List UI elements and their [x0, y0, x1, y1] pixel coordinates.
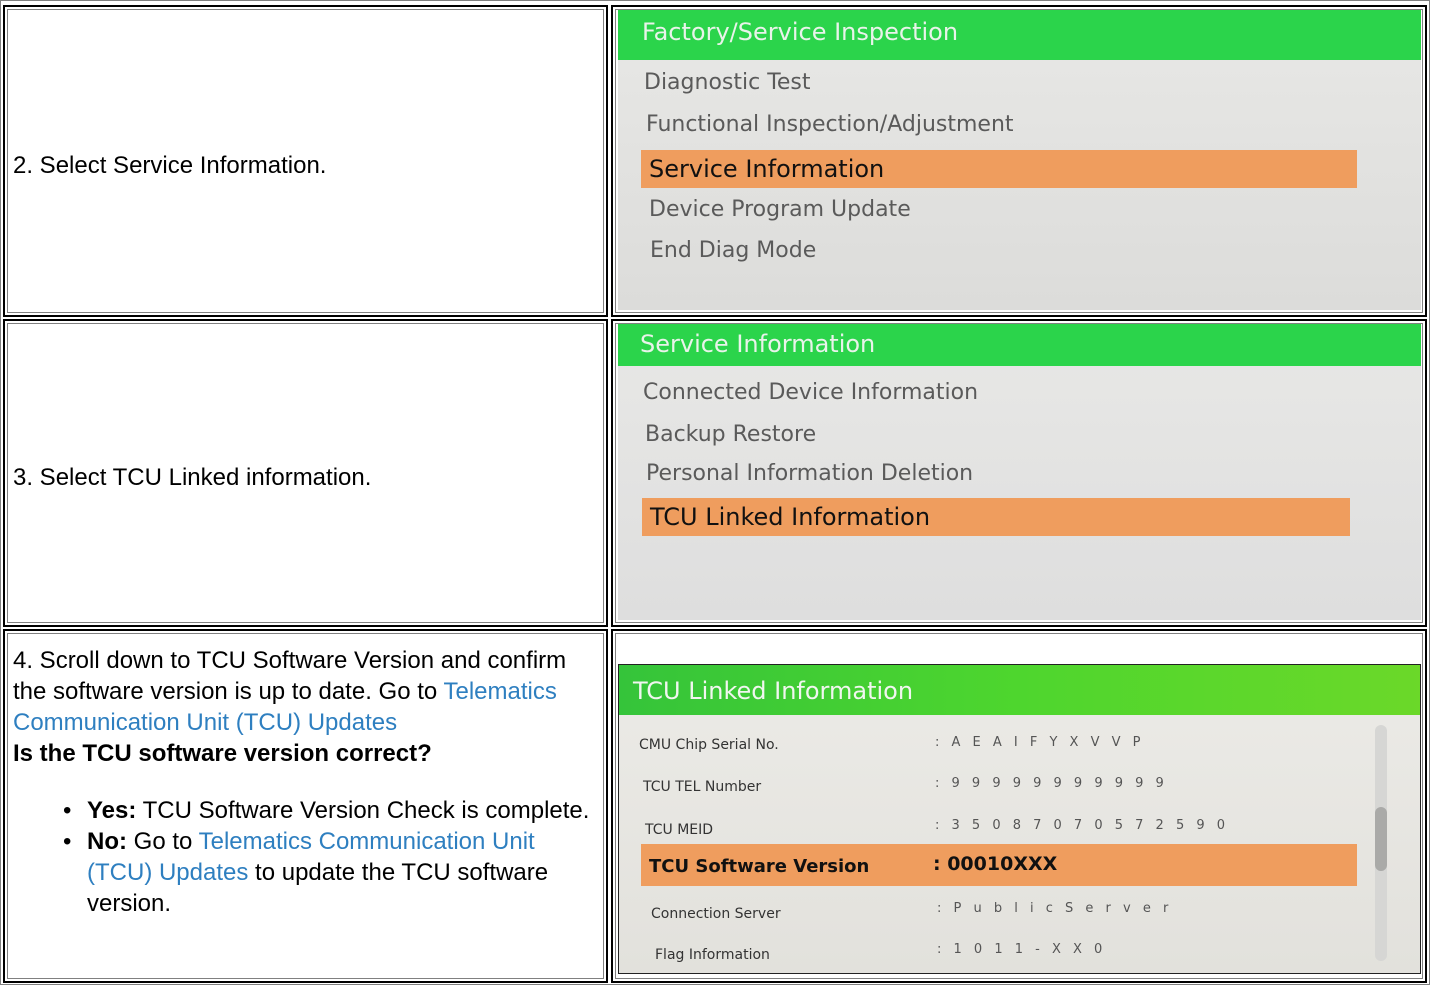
tcu-linked-information-screen: TCU Linked Information CMU Chip Serial N… — [618, 664, 1421, 974]
screen-title: Service Information — [618, 324, 1421, 366]
field-value-tcu-tel-number: : 9 9 9 9 9 9 9 9 9 9 9 — [935, 776, 1168, 791]
step-4-text-cell: 4. Scroll down to TCU Software Version a… — [3, 629, 608, 983]
answer-yes: • Yes: TCU Software Version Check is com… — [63, 795, 603, 826]
step-2-text: 2. Select Service Information. — [13, 152, 327, 179]
step-4-image-cell: TCU Linked Information CMU Chip Serial N… — [611, 629, 1427, 983]
step-3-text-cell: 3. Select TCU Linked information. — [3, 319, 608, 627]
tcu-software-version-row-selected[interactable]: TCU Software Version : 00010XXX — [641, 844, 1357, 886]
step-4-question: Is the TCU software version correct? — [13, 740, 432, 767]
scrollbar-thumb[interactable] — [1375, 807, 1387, 871]
screen-title: Factory/Service Inspection — [618, 10, 1421, 60]
field-value-flag-information: : 1 0 1 1 - X X 0 — [937, 942, 1107, 957]
field-label-tcu-meid: TCU MEID — [645, 822, 714, 838]
bullet-icon: • — [63, 797, 72, 824]
answer-yes-label: Yes: — [87, 797, 137, 824]
answer-yes-text: TCU Software Version Check is complete. — [142, 797, 590, 824]
menu-item-end-diag-mode[interactable]: End Diag Mode — [650, 238, 816, 263]
menu-item-functional-inspection[interactable]: Functional Inspection/Adjustment — [646, 112, 1014, 137]
menu-item-connected-device-information[interactable]: Connected Device Information — [643, 380, 978, 405]
step-3-image-cell: Service Information Connected Device Inf… — [611, 319, 1427, 627]
menu-item-service-information-selected[interactable]: Service Information — [641, 150, 1357, 188]
scrollbar[interactable] — [1375, 725, 1387, 961]
field-label-tcu-tel-number: TCU TEL Number — [643, 779, 762, 795]
menu-item-personal-information-deletion[interactable]: Personal Information Deletion — [646, 461, 973, 486]
field-value-connection-server: : P u b l i c S e r v e r — [937, 901, 1173, 916]
step-4-intro: 4. Scroll down to TCU Software Version a… — [13, 645, 603, 738]
answer-no: • No: Go to Telematics Communication Uni… — [63, 826, 603, 919]
field-value-cmu-chip-serial: : A E A I F Y X V V P — [935, 735, 1145, 750]
screen-title: TCU Linked Information — [619, 665, 1420, 715]
step-3-text: 3. Select TCU Linked information. — [13, 464, 372, 491]
menu-item-tcu-linked-information-selected[interactable]: TCU Linked Information — [642, 498, 1350, 536]
menu-item-device-program-update[interactable]: Device Program Update — [649, 197, 911, 222]
menu-item-backup-restore[interactable]: Backup Restore — [645, 422, 816, 447]
field-value-tcu-meid: : 3 5 0 8 7 0 7 0 5 7 2 5 9 0 — [935, 818, 1230, 833]
field-label-tcu-software-version: TCU Software Version — [649, 856, 870, 877]
step-2-image-cell: Factory/Service Inspection Diagnostic Te… — [611, 5, 1427, 317]
service-information-screen: Service Information Connected Device Inf… — [618, 324, 1421, 620]
answer-no-pre: Go to — [133, 828, 193, 855]
step-4-content: 4. Scroll down to TCU Software Version a… — [13, 645, 603, 919]
menu-item-diagnostic-test[interactable]: Diagnostic Test — [644, 70, 811, 95]
procedure-table: 2. Select Service Information. Factory/S… — [0, 0, 1430, 985]
answer-no-label: No: — [87, 828, 127, 855]
answer-list: • Yes: TCU Software Version Check is com… — [13, 795, 603, 919]
bullet-icon: • — [63, 828, 72, 855]
factory-service-inspection-screen: Factory/Service Inspection Diagnostic Te… — [618, 10, 1421, 310]
field-label-connection-server: Connection Server — [651, 906, 781, 922]
field-label-cmu-chip-serial: CMU Chip Serial No. — [639, 737, 779, 753]
field-label-flag-information: Flag Information — [655, 947, 770, 963]
field-value-tcu-software-version: : 00010XXX — [933, 853, 1058, 875]
step-2-text-cell: 2. Select Service Information. — [3, 5, 608, 317]
